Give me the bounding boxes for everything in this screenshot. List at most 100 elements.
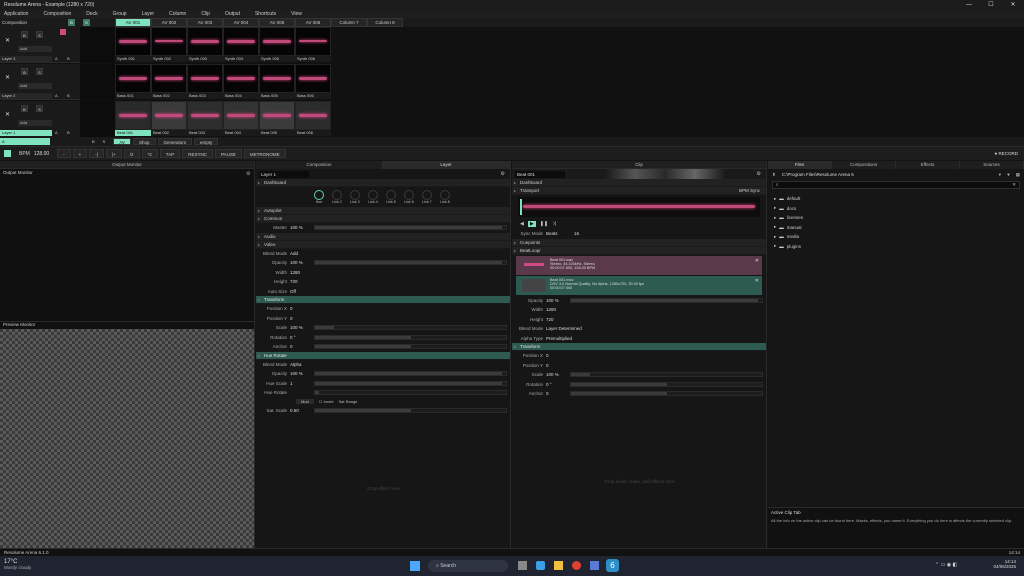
- clip-name-field[interactable]: Beat 001: [515, 170, 565, 178]
- menu-output[interactable]: Output: [225, 10, 240, 18]
- tab-composition[interactable]: Composition: [256, 161, 383, 169]
- section-dashboard[interactable]: Dashboard: [512, 179, 766, 187]
- layer-bypass-button[interactable]: B: [21, 31, 28, 38]
- param-value[interactable]: 0 °: [290, 335, 314, 340]
- scale-slider[interactable]: [570, 372, 763, 378]
- menu-group[interactable]: Group: [113, 10, 127, 18]
- anchor-slider[interactable]: [314, 344, 507, 350]
- hue-rotate-slider[interactable]: [314, 390, 507, 396]
- menu-layer[interactable]: Layer: [142, 10, 155, 18]
- param-value[interactable]: 720: [290, 279, 314, 284]
- clip-slot[interactable]: Bass 005: [259, 64, 295, 100]
- comp-b-button[interactable]: B: [68, 19, 75, 26]
- hue-mod-button[interactable]: Mod: [296, 399, 314, 404]
- clip-slot[interactable]: Beat 004: [223, 101, 259, 137]
- param-value[interactable]: 0.50: [290, 408, 314, 413]
- clip-slot[interactable]: Beat 005: [259, 101, 295, 137]
- bpm-value[interactable]: 128.00: [34, 151, 49, 157]
- up-folder-icon[interactable]: ⬆: [772, 172, 776, 178]
- deck-tab-empty[interactable]: empty: [194, 138, 219, 145]
- menu-composition[interactable]: Composition: [43, 10, 71, 18]
- clip-slot[interactable]: Synth 002: [151, 27, 187, 63]
- layer-a-button[interactable]: A: [55, 93, 58, 98]
- task-view-icon[interactable]: [518, 561, 527, 570]
- clear-search-icon[interactable]: ✕: [1012, 182, 1016, 188]
- menu-view[interactable]: View: [291, 10, 302, 18]
- param-value[interactable]: 0: [290, 306, 314, 311]
- opacity-slider[interactable]: [570, 297, 763, 303]
- bpm-plus-button[interactable]: +: [72, 149, 88, 158]
- deck-s-button[interactable]: S: [103, 139, 106, 144]
- minimize-button[interactable]: —: [958, 0, 980, 10]
- deck-tab-generators[interactable]: Generators: [157, 138, 193, 145]
- clip-slot[interactable]: Bass 002: [151, 64, 187, 100]
- video-file-row[interactable]: Beat 001.mov DXV 3.0 Normal Quality, No …: [516, 275, 762, 295]
- audio-file-row[interactable]: Beat 001.wav Stereo, 44.100kHz, Stereo 0…: [516, 255, 762, 275]
- param-value[interactable]: 720: [546, 317, 570, 322]
- tab-effects[interactable]: Effects: [896, 161, 960, 169]
- bpm-nudge-down-button[interactable]: -|: [89, 149, 104, 158]
- edge-icon[interactable]: [536, 561, 545, 570]
- clip-slot[interactable]: Synth 005: [259, 27, 295, 63]
- output-monitor-tab[interactable]: Output Monitor: [0, 161, 254, 169]
- clip-tab[interactable]: Clip: [512, 161, 766, 169]
- clip-slot[interactable]: Bass 004: [223, 64, 259, 100]
- master-slider[interactable]: [314, 225, 507, 231]
- clip-slot[interactable]: Bass 003: [187, 64, 223, 100]
- layer-blend-select[interactable]: Add: [18, 46, 52, 52]
- app-icon[interactable]: [590, 561, 599, 570]
- layer-b-button[interactable]: B: [67, 56, 70, 61]
- param-value[interactable]: 0: [290, 316, 314, 321]
- section-beatloopr[interactable]: BeatLoopr: [512, 246, 766, 255]
- shuffle-icon[interactable]: ⤨: [552, 221, 556, 227]
- close-button[interactable]: ✕: [1002, 0, 1024, 10]
- clip-slot[interactable]: Synth 006: [295, 27, 331, 63]
- deck-tab-av[interactable]: AV: [113, 138, 132, 145]
- bpm-double-button[interactable]: *2: [141, 149, 158, 158]
- section-cuepoints[interactable]: Cuepoints: [512, 238, 766, 247]
- layer-add-button[interactable]: A: [0, 138, 50, 145]
- resolume-icon[interactable]: 6: [606, 559, 619, 572]
- explorer-icon[interactable]: [554, 561, 563, 570]
- clip-settings-icon[interactable]: ⚙: [757, 171, 761, 177]
- param-value[interactable]: 100 %: [546, 372, 570, 377]
- grid-view-icon[interactable]: ▦: [1016, 172, 1020, 178]
- layer-name-field[interactable]: Layer 1: [259, 170, 309, 178]
- layer-b-button[interactable]: B: [67, 130, 70, 135]
- section-autopilot[interactable]: Autopilot: [256, 207, 510, 215]
- opacity-slider[interactable]: [314, 371, 507, 377]
- play-backward-icon[interactable]: ◀: [520, 221, 524, 227]
- section-transform[interactable]: Transform: [512, 343, 766, 351]
- deck-b-button[interactable]: B: [92, 139, 95, 144]
- tray-icons[interactable]: ⌃ ▭ ◉ ◧: [935, 562, 957, 568]
- bpm-minus-button[interactable]: -: [57, 149, 71, 158]
- layer-b-button[interactable]: B: [67, 93, 70, 98]
- param-value[interactable]: 100 %: [546, 298, 570, 303]
- beats-value[interactable]: 16: [574, 231, 579, 236]
- layer-name[interactable]: Layer 3: [0, 56, 52, 62]
- opacity-slider[interactable]: [314, 260, 507, 266]
- invert-checkbox[interactable]: ☐ Invert: [319, 399, 334, 404]
- clip-slot[interactable]: Beat 002: [151, 101, 187, 137]
- play-forward-icon[interactable]: ▶: [527, 221, 536, 227]
- anchor-slider[interactable]: [570, 391, 763, 397]
- clip-timeline[interactable]: [518, 197, 760, 217]
- param-value[interactable]: 100 %: [290, 371, 314, 376]
- clip-slot[interactable]: Bass 006: [295, 64, 331, 100]
- folder-item[interactable]: ▸ ▬ media: [768, 232, 1024, 242]
- remove-audio-icon[interactable]: ✕: [755, 258, 759, 264]
- dropdown-icon[interactable]: ▾: [999, 172, 1001, 178]
- param-value[interactable]: 0: [546, 391, 570, 396]
- pause-button[interactable]: PAUSE: [214, 149, 242, 158]
- param-value[interactable]: 0: [546, 363, 570, 368]
- start-icon[interactable]: [410, 561, 420, 571]
- param-value[interactable]: 1280: [290, 270, 314, 275]
- deck-tab-shop[interactable]: Shop: [133, 138, 156, 145]
- pause-icon[interactable]: ❚❚: [540, 221, 548, 227]
- column-header[interactable]: AV 005: [259, 18, 295, 27]
- param-value[interactable]: 1280: [546, 307, 570, 312]
- knob-link[interactable]: Link 8: [440, 190, 450, 204]
- menu-application[interactable]: Application: [4, 10, 28, 18]
- param-value[interactable]: 100 %: [290, 225, 314, 230]
- section-common[interactable]: Common: [256, 215, 510, 223]
